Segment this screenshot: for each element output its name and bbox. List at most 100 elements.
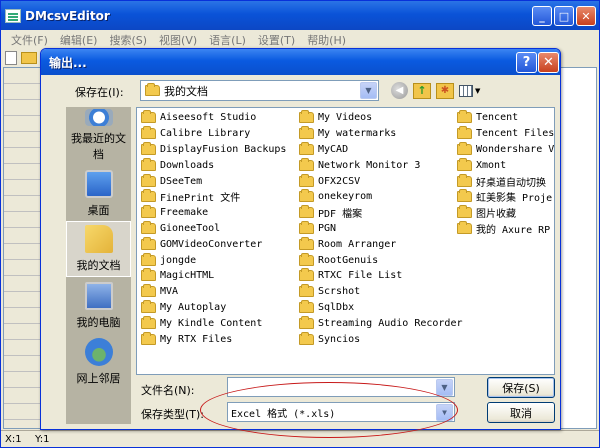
folder-item[interactable]: onekeyrom	[299, 189, 463, 205]
folder-item[interactable]: PDF 檔案	[299, 205, 463, 221]
place-label: 我的文档	[76, 259, 121, 272]
place-network[interactable]: 网上邻居	[66, 333, 131, 389]
folder-item[interactable]: MyCAD	[299, 141, 463, 158]
folder-item[interactable]: jongde	[141, 252, 286, 268]
folder-item[interactable]: OFX2CSV	[299, 173, 463, 189]
folder-item[interactable]: Syncios	[299, 331, 463, 347]
folder-item[interactable]: SqlDbx	[299, 299, 463, 316]
folder-name: 图片收藏	[476, 209, 516, 221]
dialog-close-button[interactable]: ✕	[538, 52, 559, 73]
folder-icon	[145, 83, 160, 96]
folder-item[interactable]: Aiseesoft Studio	[141, 110, 286, 126]
folder-name: RootGenuis	[318, 254, 379, 266]
folder-item[interactable]: My Autoplay	[141, 299, 286, 316]
dialog-titlebar[interactable]: 输出... ? ✕	[41, 49, 560, 75]
folder-name: MyCAD	[318, 143, 349, 155]
folder-name: MVA	[160, 286, 179, 298]
folder-name: Wondershare Vi	[476, 143, 555, 155]
folder-icon	[299, 205, 314, 219]
close-button[interactable]: ✕	[576, 6, 596, 26]
place-recent-documents[interactable]: 我最近的文档	[66, 109, 131, 165]
views-menu-icon[interactable]: ▼	[459, 82, 483, 99]
folder-name: MagicHTML	[160, 270, 215, 282]
folder-icon	[141, 284, 156, 298]
menu-view[interactable]: 视图(V)	[153, 32, 203, 48]
folder-name: Tencent Files	[476, 128, 555, 140]
folder-item[interactable]: RootGenuis	[299, 252, 463, 268]
folder-icon	[141, 126, 156, 140]
place-my-computer[interactable]: 我的电脑	[66, 277, 131, 333]
folder-icon	[457, 110, 472, 124]
folder-item[interactable]: GOMVideoConverter	[141, 236, 286, 252]
folder-icon	[457, 173, 472, 187]
menu-file[interactable]: 文件(F)	[5, 32, 54, 48]
folder-item[interactable]: My watermarks	[299, 126, 463, 142]
folder-item[interactable]: 我的 Axure RP	[457, 220, 554, 237]
folder-name: onekeyrom	[318, 191, 373, 203]
folder-item[interactable]: PGN	[299, 220, 463, 237]
help-button[interactable]: ?	[516, 52, 537, 73]
folder-item[interactable]: 虹美影集 Proje	[457, 189, 554, 205]
place-my-documents[interactable]: 我的文档	[66, 221, 131, 277]
folder-icon	[141, 157, 156, 171]
folder-icon	[141, 173, 156, 187]
filetype-dropdown[interactable]: Excel 格式 (*.xls) ▼	[227, 402, 455, 422]
minimize-button[interactable]: _	[532, 6, 552, 26]
save-dialog: 输出... ? ✕ 保存在(I): 我的文档 ▼ ◀ ↑ ✱ ▼ 我最近的文档 …	[40, 48, 561, 430]
folder-item[interactable]: Network Monitor 3	[299, 157, 463, 173]
maximize-button[interactable]: □	[554, 6, 574, 26]
folder-item[interactable]: Room Arranger	[299, 236, 463, 252]
folder-item[interactable]: DSeeTem	[141, 173, 286, 189]
folder-icon	[141, 189, 156, 203]
menu-language[interactable]: 语言(L)	[203, 32, 252, 48]
folder-item[interactable]: Scrshot	[299, 284, 463, 300]
open-folder-icon[interactable]	[21, 52, 37, 64]
folder-item[interactable]: GioneeTool	[141, 220, 286, 237]
app-titlebar[interactable]: DMcsvEditor _ □ ✕	[1, 1, 599, 30]
row-header	[4, 68, 42, 428]
chevron-down-icon[interactable]: ▼	[436, 404, 453, 421]
new-file-icon[interactable]	[5, 51, 17, 65]
file-list[interactable]: Aiseesoft Studio Calibre Library DisplayFu…	[136, 107, 555, 375]
back-arrow-icon[interactable]: ◀	[391, 82, 408, 99]
save-button[interactable]: 保存(S)	[487, 377, 555, 398]
folder-item[interactable]: 好桌道自动切换	[457, 173, 554, 189]
chevron-down-icon[interactable]: ▼	[360, 82, 377, 99]
folder-item[interactable]: Tencent Files	[457, 126, 555, 142]
new-folder-icon[interactable]: ✱	[436, 82, 454, 99]
menu-help[interactable]: 帮助(H)	[301, 32, 352, 48]
menu-search[interactable]: 搜索(S)	[103, 32, 153, 48]
menu-edit[interactable]: 编辑(E)	[54, 32, 104, 48]
folder-item[interactable]: RTXC File List	[299, 268, 463, 284]
folder-icon	[141, 268, 156, 282]
folder-item[interactable]: MagicHTML	[141, 268, 286, 284]
folder-item[interactable]: Downloads	[141, 157, 286, 173]
folder-item[interactable]: My RTX Files	[141, 331, 286, 347]
up-folder-icon[interactable]: ↑	[413, 82, 431, 99]
folder-name: DisplayFusion Backups	[160, 143, 287, 155]
folder-item[interactable]: DisplayFusion Backups	[141, 141, 287, 158]
folder-item[interactable]: My Kindle Content	[141, 315, 286, 331]
cancel-button[interactable]: 取消	[487, 402, 555, 423]
chevron-down-icon[interactable]: ▼	[436, 379, 453, 396]
folder-item[interactable]: 图片收藏	[457, 205, 554, 221]
save-in-dropdown[interactable]: 我的文档 ▼	[140, 80, 379, 101]
menu-settings[interactable]: 设置(T)	[252, 32, 301, 48]
folder-item[interactable]: FinePrint 文件	[141, 189, 286, 205]
folder-icon	[141, 220, 156, 234]
place-label: 桌面	[87, 204, 110, 217]
dialog-title: 输出...	[49, 55, 87, 70]
folder-item[interactable]: MVA	[141, 284, 286, 300]
folder-item[interactable]: Tencent	[457, 110, 554, 126]
folder-item[interactable]: Xmont	[457, 157, 554, 173]
folder-icon	[141, 110, 156, 124]
folder-item[interactable]: Freemake	[141, 205, 286, 221]
folder-item[interactable]: Streaming Audio Recorder	[299, 315, 463, 331]
folder-item[interactable]: Calibre Library	[141, 126, 286, 142]
folder-item[interactable]: My Videos	[299, 110, 463, 126]
filetype-value: Excel 格式 (*.xls)	[231, 408, 336, 420]
filename-input[interactable]: ▼	[227, 377, 455, 397]
folder-item[interactable]: Wondershare Vi	[457, 141, 555, 158]
place-desktop[interactable]: 桌面	[66, 165, 131, 221]
place-label: 我最近的文档	[71, 132, 126, 161]
